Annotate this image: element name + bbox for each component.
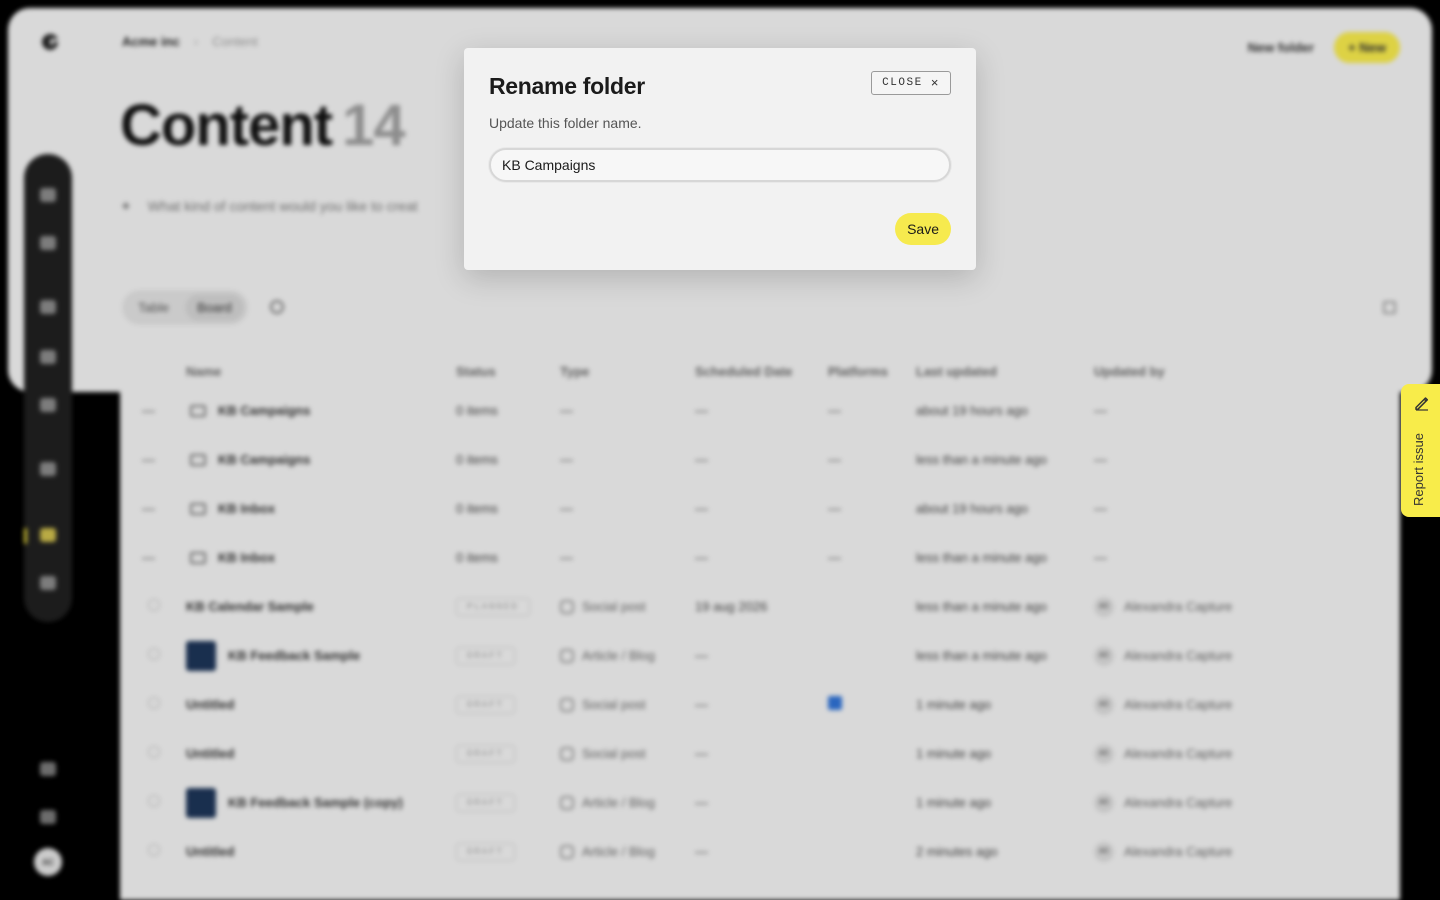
report-issue-tab[interactable]: Report issue	[1401, 384, 1440, 517]
rename-folder-dialog: Rename folder Update this folder name. C…	[464, 48, 976, 270]
close-icon: ×	[930, 75, 940, 91]
report-issue-label: Report issue	[1411, 433, 1426, 506]
dialog-title: Rename folder	[489, 73, 645, 99]
save-button[interactable]: Save	[895, 213, 951, 245]
close-button[interactable]: CLOSE ×	[871, 71, 951, 95]
dialog-subtitle: Update this folder name.	[489, 115, 642, 131]
pencil-icon	[1415, 397, 1429, 411]
folder-name-input[interactable]	[489, 148, 951, 182]
close-label: CLOSE	[882, 77, 923, 89]
